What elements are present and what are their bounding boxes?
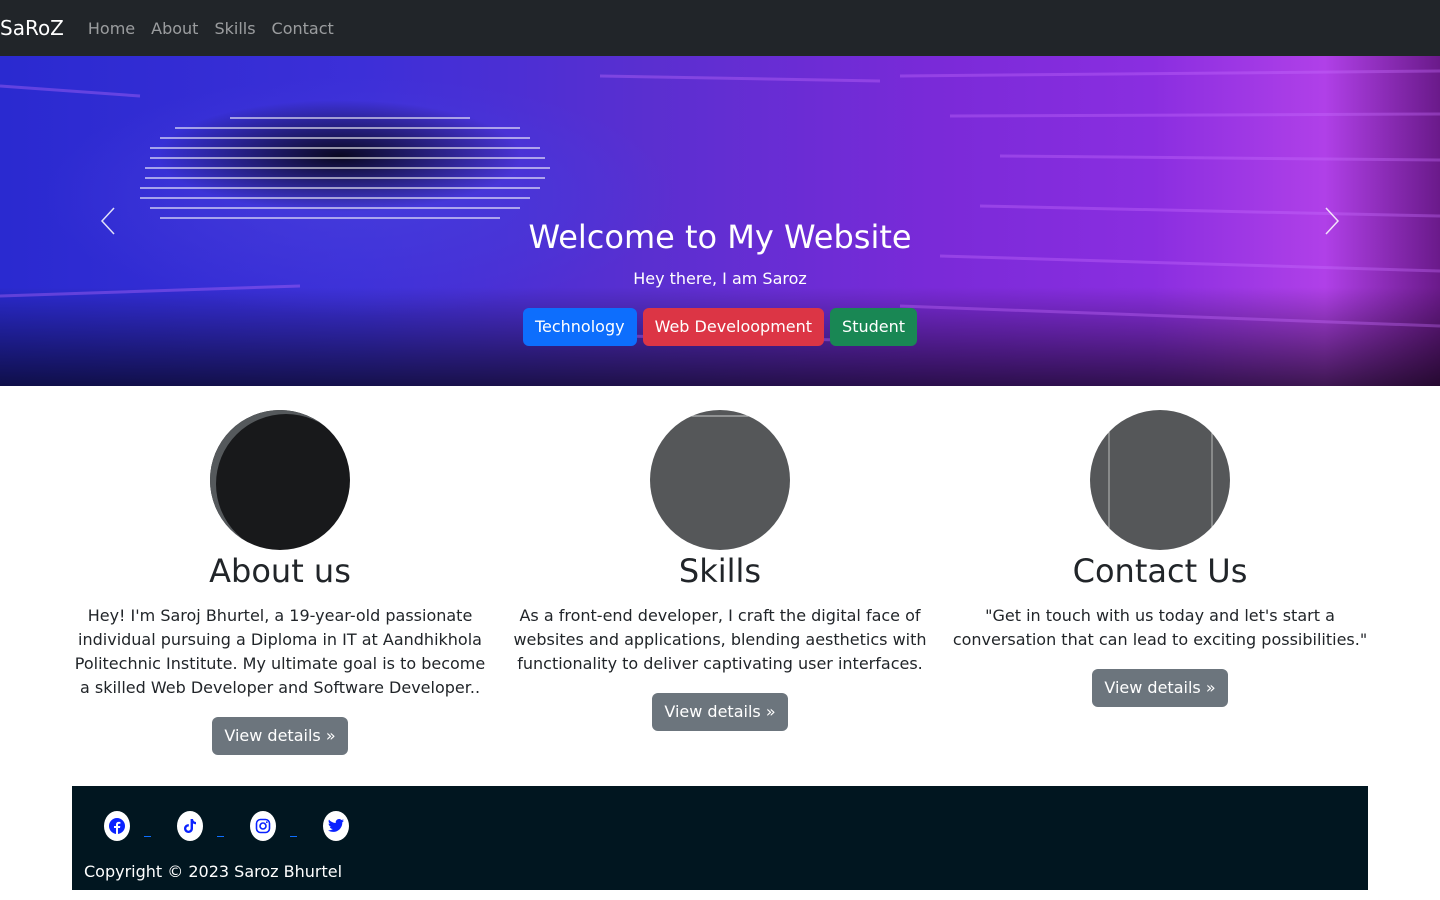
nav-about[interactable]: About	[143, 19, 206, 38]
nav-home[interactable]: Home	[80, 19, 143, 38]
facebook-icon[interactable]	[104, 811, 130, 841]
skills-view-details-button[interactable]: View details »	[652, 693, 788, 731]
nav-skills[interactable]: Skills	[206, 19, 263, 38]
contact-view-details-button[interactable]: View details »	[1092, 669, 1228, 707]
instagram-icon[interactable]	[250, 811, 276, 841]
about-section: About us Hey! I'm Saroj Bhurtel, a 19-ye…	[60, 410, 500, 755]
contact-text: "Get in touch with us today and let's st…	[952, 606, 1368, 649]
skills-text: As a front-end developer, I craft the di…	[513, 606, 927, 673]
hero-title: Welcome to My Website	[528, 218, 912, 256]
skills-image	[650, 410, 790, 550]
separator	[276, 811, 323, 841]
contact-heading: Contact Us	[1072, 552, 1248, 590]
about-text: Hey! I'm Saroj Bhurtel, a 19-year-old pa…	[74, 606, 486, 697]
separator	[203, 811, 250, 841]
carousel-caption: Welcome to My Website Hey there, I am Sa…	[0, 56, 1440, 386]
nav-contact[interactable]: Contact	[264, 19, 342, 38]
contact-image	[1090, 410, 1230, 550]
hero-subtitle: Hey there, I am Saroz	[633, 269, 807, 288]
separator	[130, 811, 177, 841]
skills-section: Skills As a front-end developer, I craft…	[500, 410, 940, 731]
about-heading: About us	[209, 552, 351, 590]
navbar: SaRoZ Home About Skills Contact	[0, 0, 1440, 56]
social-links	[104, 811, 349, 841]
student-button[interactable]: Student	[830, 308, 918, 346]
brand-logo[interactable]: SaRoZ	[0, 16, 64, 40]
hero-carousel: Welcome to My Website Hey there, I am Sa…	[0, 56, 1440, 386]
footer: Copyright © 2023 Saroz Bhurtel	[72, 786, 1368, 890]
about-image	[210, 410, 350, 550]
tiktok-icon[interactable]	[177, 811, 203, 841]
technology-button[interactable]: Technology	[522, 308, 637, 346]
copyright-text: Copyright © 2023 Saroz Bhurtel	[84, 862, 343, 881]
skills-heading: Skills	[678, 552, 762, 590]
about-view-details-button[interactable]: View details »	[212, 717, 348, 755]
contact-section: Contact Us "Get in touch with us today a…	[940, 410, 1380, 707]
web-development-button[interactable]: Web Develoopment	[642, 308, 825, 346]
twitter-icon[interactable]	[323, 811, 349, 841]
hero-button-group: Technology Web Develoopment Student	[0, 308, 1440, 346]
